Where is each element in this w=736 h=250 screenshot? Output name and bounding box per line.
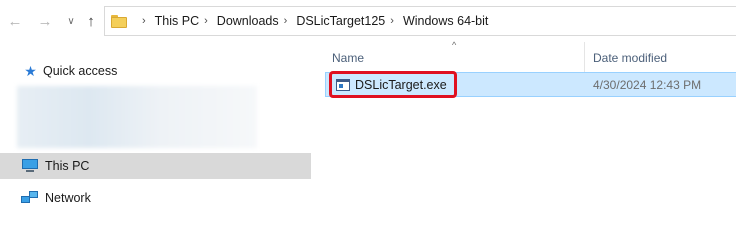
address-bar[interactable]: › This PC › Downloads › DSLicTarget125 ›… bbox=[104, 6, 736, 36]
nav-item-this-pc[interactable]: This PC bbox=[0, 153, 311, 179]
file-row[interactable]: DSLicTarget.exe 4/30/2024 12:43 PM bbox=[325, 71, 736, 98]
navigation-bar: ← → ∨ ↑ › This PC › Downloads › DSLicTar… bbox=[0, 0, 736, 42]
breadcrumb-this-pc[interactable]: This PC bbox=[155, 14, 199, 28]
blurred-region bbox=[17, 86, 257, 148]
star-icon: ★ bbox=[24, 62, 37, 79]
arrow-left-icon: ← bbox=[7, 12, 23, 30]
breadcrumb-windows-64-bit[interactable]: Windows 64-bit bbox=[403, 14, 488, 28]
back-button[interactable]: ← bbox=[6, 11, 24, 31]
highlight-box: DSLicTarget.exe bbox=[329, 71, 457, 98]
nav-item-quick-access[interactable]: ★ Quick access bbox=[0, 58, 311, 84]
nav-item-label: This PC bbox=[45, 159, 90, 173]
breadcrumb-downloads[interactable]: Downloads bbox=[217, 14, 279, 28]
computer-icon bbox=[21, 159, 39, 173]
up-button[interactable]: ↑ bbox=[82, 11, 100, 31]
navigation-pane: ★ Quick access This PC Network bbox=[0, 42, 312, 250]
network-icon bbox=[21, 191, 39, 205]
breadcrumb-separator-icon[interactable]: › bbox=[284, 15, 288, 27]
arrow-right-icon: → bbox=[37, 12, 53, 30]
breadcrumb-dslictarget125[interactable]: DSLicTarget125 bbox=[296, 14, 385, 28]
column-header-name[interactable]: Name bbox=[332, 46, 597, 70]
recent-locations-button[interactable]: ∨ bbox=[62, 11, 80, 31]
chevron-down-icon: ∨ bbox=[67, 15, 75, 27]
file-name[interactable]: DSLicTarget.exe bbox=[355, 78, 447, 92]
file-list: ^ Name Date modified DSLicTarget.exe 4/3… bbox=[312, 40, 736, 250]
breadcrumb-separator-icon[interactable]: › bbox=[204, 15, 208, 27]
column-divider[interactable] bbox=[584, 42, 585, 72]
column-header-date-modified[interactable]: Date modified bbox=[593, 46, 736, 70]
nav-item-network[interactable]: Network bbox=[0, 185, 311, 211]
file-date-modified: 4/30/2024 12:43 PM bbox=[593, 78, 702, 92]
nav-item-label: Quick access bbox=[43, 64, 118, 78]
breadcrumb-separator-icon[interactable]: › bbox=[390, 15, 394, 27]
folder-icon bbox=[111, 14, 127, 28]
arrow-up-icon: ↑ bbox=[87, 12, 95, 30]
nav-item-label: Network bbox=[45, 191, 91, 205]
application-icon bbox=[336, 78, 350, 91]
breadcrumb-separator-icon[interactable]: › bbox=[142, 15, 146, 27]
forward-button[interactable]: → bbox=[36, 11, 54, 31]
